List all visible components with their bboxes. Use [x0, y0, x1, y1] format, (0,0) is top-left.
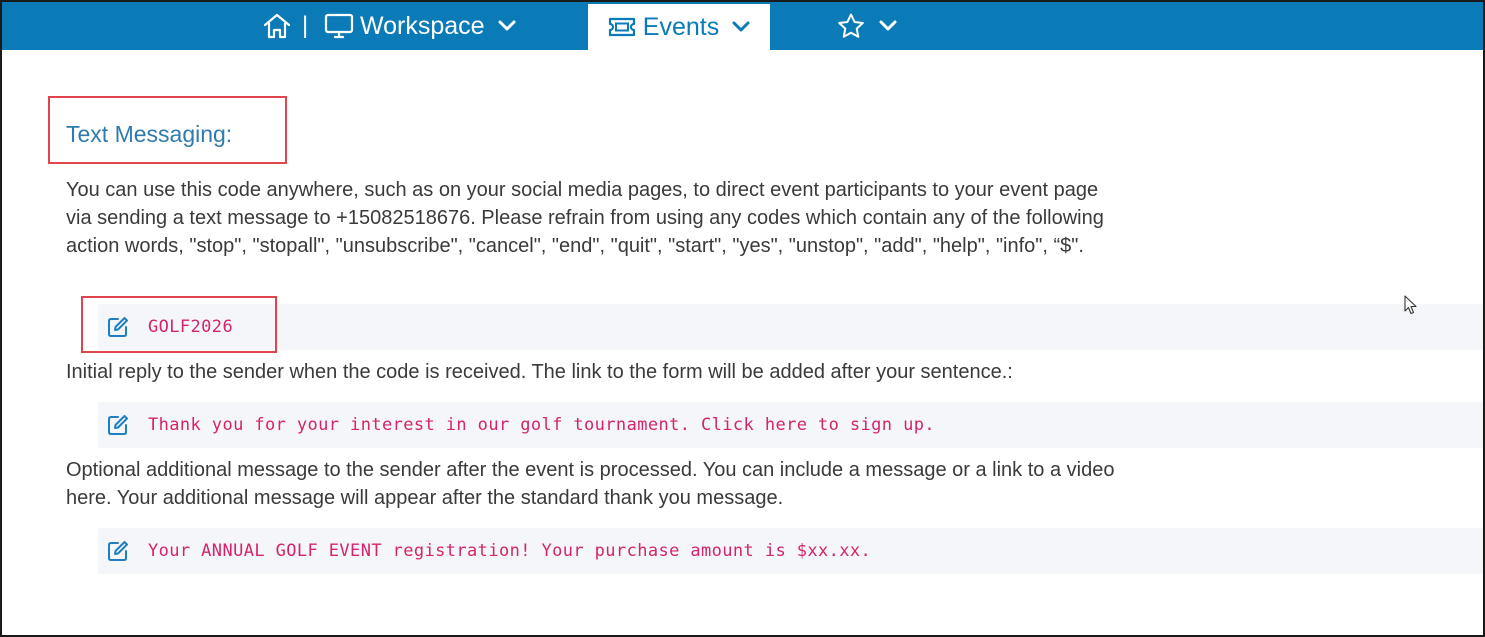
- code-value: GOLF2026: [148, 317, 234, 337]
- top-navigation-bar: | Workspace Events: [2, 2, 1483, 50]
- additional-message-value: Your ANNUAL GOLF EVENT registration! You…: [148, 541, 872, 561]
- code-description: You can use this code anywhere, such as …: [66, 179, 1104, 257]
- app-frame: | Workspace Events Text Messaging: You c…: [0, 0, 1485, 637]
- monitor-icon: [324, 13, 354, 39]
- events-tab[interactable]: Events: [588, 4, 770, 50]
- home-button[interactable]: [260, 10, 294, 42]
- section-title: Text Messaging:: [66, 121, 233, 147]
- edit-icon: [108, 317, 128, 337]
- home-icon: [263, 13, 291, 39]
- chevron-down-icon: [497, 19, 517, 33]
- initial-reply-label: Initial reply to the sender when the cod…: [66, 361, 1013, 383]
- mouse-cursor-icon: [1404, 295, 1417, 315]
- edit-icon: [108, 541, 128, 561]
- edit-icon: [108, 415, 128, 435]
- edit-initial-reply-button[interactable]: [106, 413, 130, 437]
- edit-additional-message-button[interactable]: [106, 539, 130, 563]
- chevron-down-icon: [731, 20, 751, 34]
- chevron-down-icon: [878, 19, 898, 33]
- initial-reply-field[interactable]: Thank you for your interest in our golf …: [98, 402, 1483, 448]
- star-icon: [838, 13, 864, 38]
- workspace-label: Workspace: [360, 11, 485, 40]
- events-label: Events: [642, 12, 720, 41]
- additional-message-field[interactable]: Your ANNUAL GOLF EVENT registration! You…: [98, 528, 1483, 574]
- nav-separator: |: [302, 12, 309, 39]
- favorites-menu[interactable]: [836, 10, 898, 42]
- initial-reply-value: Thank you for your interest in our golf …: [148, 415, 935, 435]
- workspace-menu[interactable]: Workspace: [324, 8, 517, 44]
- edit-code-button[interactable]: [106, 315, 130, 339]
- additional-message-label: Optional additional message to the sende…: [66, 459, 1115, 509]
- ticket-icon: [608, 17, 635, 37]
- code-field[interactable]: GOLF2026: [98, 304, 1483, 350]
